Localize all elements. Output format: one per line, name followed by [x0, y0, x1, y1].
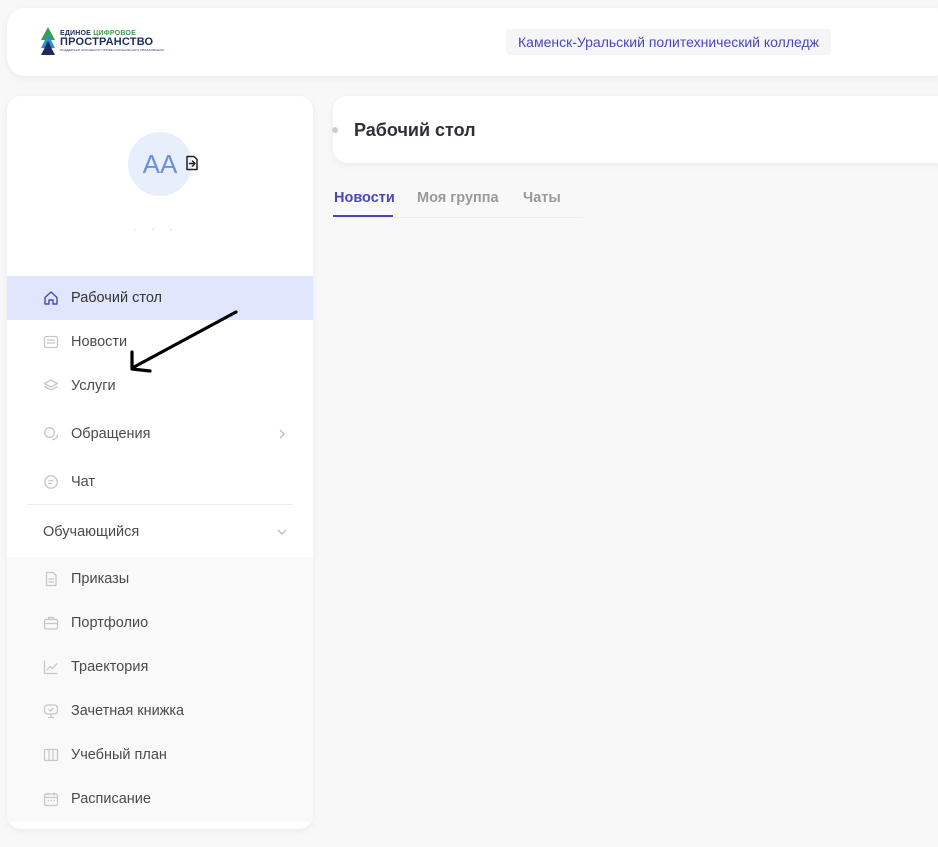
- sidebar-item-label: Приказы: [71, 571, 130, 587]
- tab-news[interactable]: Новости: [334, 190, 395, 206]
- chevron-down-icon: [277, 529, 287, 535]
- logo-line-3: ПОДДЕРЖКИ НАРОДНОГО ПРОФЕССИОНАЛЬНОГО ОБ…: [60, 48, 164, 52]
- sidebar-divider: [27, 504, 293, 505]
- user-name: · · ·: [133, 224, 179, 235]
- page-title-card: Рабочий стол: [332, 96, 938, 163]
- title-dot: [332, 127, 338, 133]
- book-icon: [43, 748, 59, 762]
- sidebar-item-label: Портфолио: [71, 615, 149, 631]
- news-icon: [43, 335, 59, 349]
- sidebar-section-label: Обучающийся: [43, 524, 140, 540]
- top-header: ЕДИНОЕ ЦИФРОВОЕ ПРОСТРАНСТВО ПОДДЕРЖКИ Н…: [7, 8, 938, 76]
- home-icon: [44, 291, 58, 305]
- annotation-arrow-icon: [130, 310, 238, 373]
- tab-my-group[interactable]: Моя группа: [417, 190, 499, 206]
- avatar[interactable]: АА: [128, 132, 192, 196]
- sidebar-item-label: Расписание: [71, 791, 151, 807]
- sidebar-item-label: Обращения: [71, 426, 151, 442]
- sidebar-item-schedule[interactable]: Расписание: [7, 777, 313, 821]
- sidebar-item-label: Учебный план: [71, 747, 167, 763]
- sidebar-item-label: Траектория: [71, 659, 149, 675]
- sidebar-item-orders[interactable]: Приказы: [7, 557, 313, 601]
- sidebar-item-label: Новости: [71, 334, 128, 350]
- sidebar-section-student[interactable]: Обучающийся: [7, 508, 313, 556]
- sidebar: АА · · · Рабочий стол Новости Услуги Обр…: [7, 96, 313, 829]
- sidebar-item-chat[interactable]: Чат: [7, 460, 313, 504]
- chat-bubbles-icon: [44, 427, 58, 441]
- sidebar-item-appeals[interactable]: Обращения: [7, 412, 313, 456]
- content-tabs: Новости Моя группа Чаты: [333, 186, 583, 218]
- tab-chats[interactable]: Чаты: [523, 190, 561, 206]
- logo-mark-icon: [41, 27, 55, 55]
- sidebar-item-record-book[interactable]: Зачетная книжка: [7, 689, 313, 733]
- page-title: Рабочий стол: [354, 120, 476, 140]
- layers-icon: [43, 379, 59, 391]
- sidebar-item-label: Услуги: [71, 378, 116, 394]
- sidebar-item-trajectory[interactable]: Траектория: [7, 645, 313, 689]
- chevron-right-icon: [279, 429, 285, 439]
- college-name-badge[interactable]: Каменск-Уральский политехнический коллед…: [506, 29, 832, 55]
- sidebar-item-curriculum[interactable]: Учебный план: [7, 733, 313, 777]
- app-root: ЕДИНОЕ ЦИФРОВОЕ ПРОСТРАНСТВО ПОДДЕРЖКИ Н…: [0, 0, 938, 847]
- document-icon: [45, 571, 57, 587]
- site-logo[interactable]: ЕДИНОЕ ЦИФРОВОЕ ПРОСТРАНСТВО ПОДДЕРЖКИ Н…: [40, 26, 164, 56]
- active-tab-indicator: [333, 215, 393, 217]
- sidebar-submenu: Приказы Портфолио Траектория Зачетная кн…: [7, 557, 313, 822]
- trend-icon: [43, 660, 58, 675]
- sidebar-item-label: Чат: [71, 474, 96, 490]
- logo-text: ЕДИНОЕ ЦИФРОВОЕ ПРОСТРАНСТВО ПОДДЕРЖКИ Н…: [60, 30, 164, 52]
- record-book-icon: [43, 704, 59, 719]
- briefcase-icon: [43, 616, 59, 630]
- logo-line-2: ПРОСТРАНСТВО: [60, 36, 154, 48]
- chat-icon: [44, 475, 58, 489]
- calendar-icon: [43, 792, 59, 807]
- sidebar-item-portfolio[interactable]: Портфолио: [7, 601, 313, 645]
- logout-icon[interactable]: [185, 155, 199, 171]
- sidebar-item-label: Зачетная книжка: [71, 703, 185, 719]
